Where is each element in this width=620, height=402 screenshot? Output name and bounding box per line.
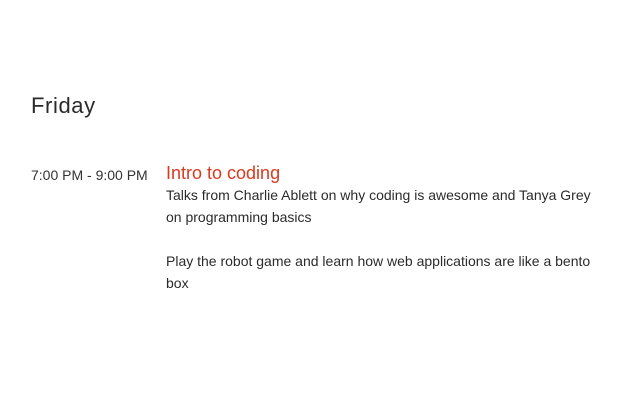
event-time: 7:00 PM - 9:00 PM — [31, 167, 148, 183]
event-description-robot-game: Play the robot game and learn how web ap… — [166, 253, 591, 291]
day-heading: Friday — [31, 93, 96, 118]
event-description-talks: Talks from Charlie Ablett on why coding … — [166, 187, 591, 225]
event-title: Intro to coding — [166, 163, 281, 183]
event-body: Intro to coding Talks from Charlie Ablet… — [166, 162, 591, 294]
